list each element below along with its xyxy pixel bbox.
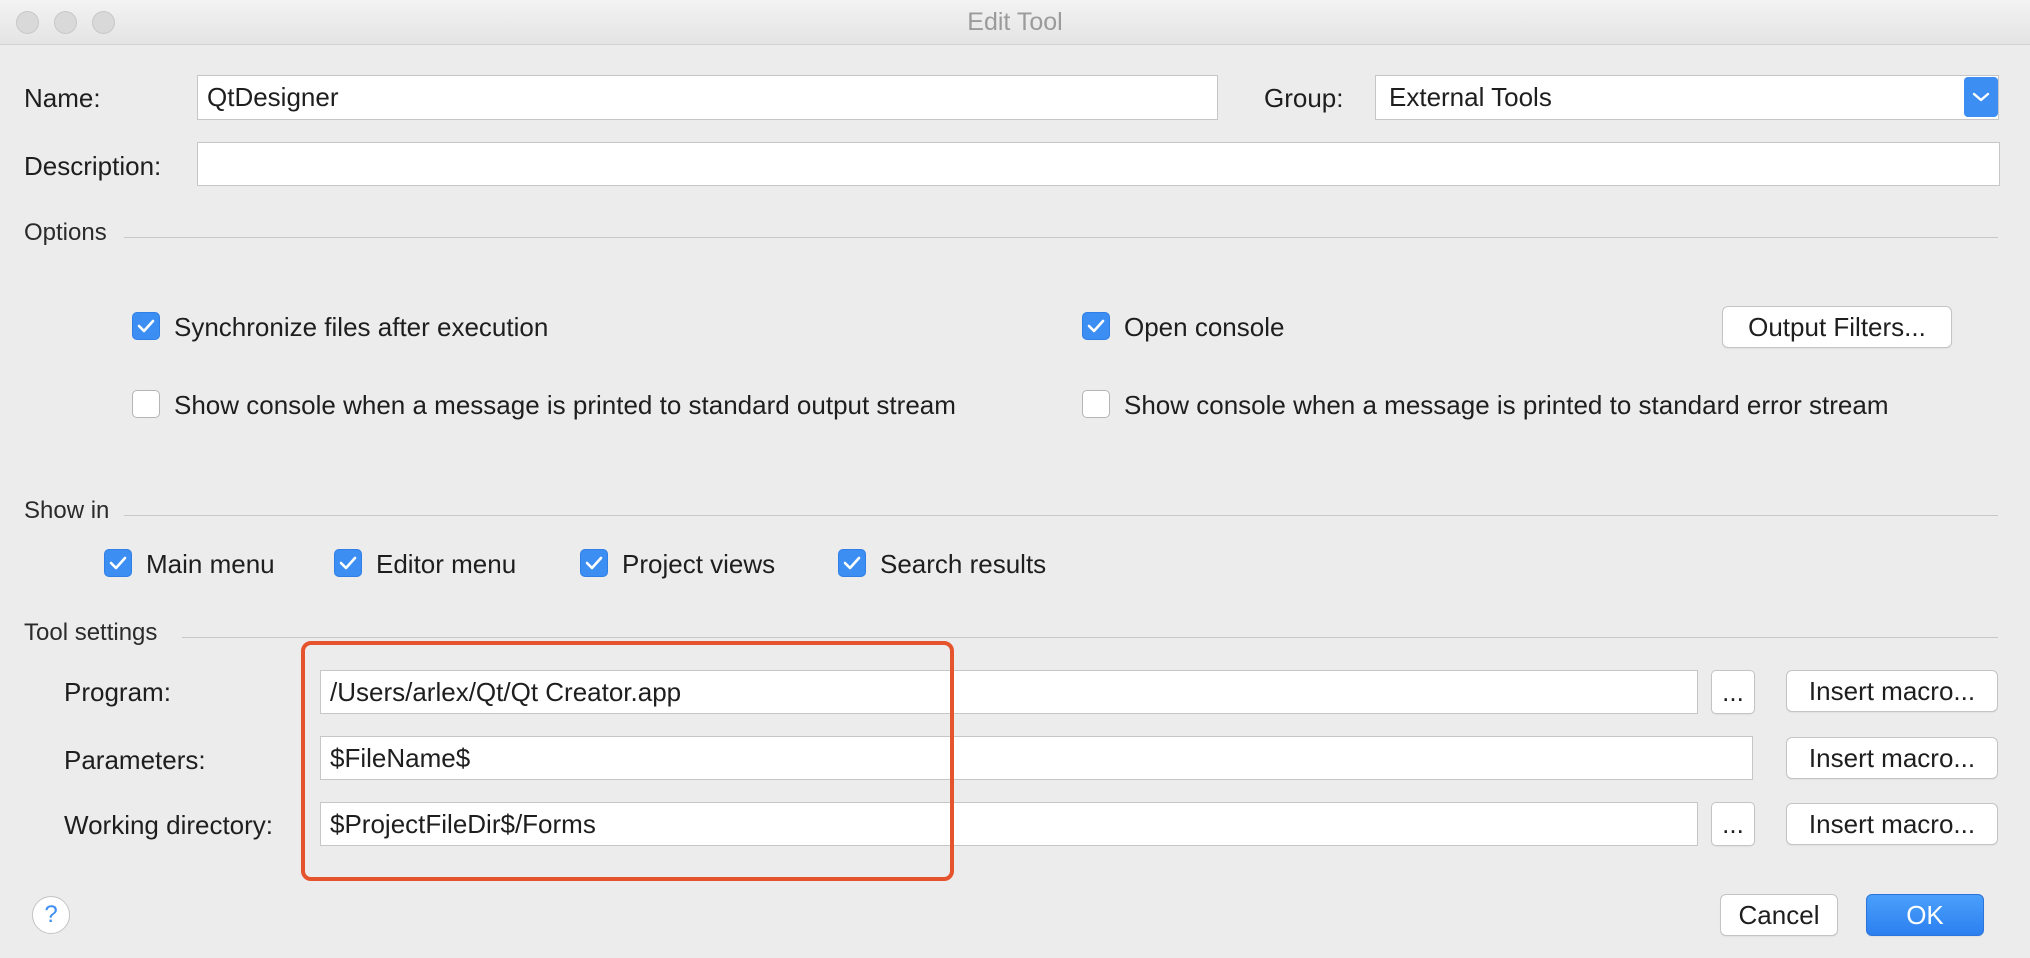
checkmark-icon <box>339 556 357 570</box>
editor-menu-checkbox[interactable] <box>334 549 362 577</box>
chevron-down-icon <box>1972 92 1990 102</box>
parameters-label: Parameters: <box>64 745 206 775</box>
tool-settings-section-title: Tool settings <box>24 619 158 646</box>
program-browse-button[interactable]: ... <box>1711 670 1755 714</box>
group-dropdown-button[interactable] <box>1964 77 1998 117</box>
checkmark-icon <box>109 556 127 570</box>
checkmark-icon <box>843 556 861 570</box>
main-menu-label: Main menu <box>146 549 275 579</box>
search-results-checkbox[interactable] <box>838 549 866 577</box>
program-insert-macro-button[interactable]: Insert macro... <box>1786 670 1998 712</box>
options-divider <box>124 237 1998 238</box>
cancel-button[interactable]: Cancel <box>1720 894 1838 936</box>
project-views-label: Project views <box>622 549 776 579</box>
name-input[interactable]: QtDesigner <box>197 75 1218 120</box>
editor-menu-label: Editor menu <box>376 549 517 579</box>
search-results-label: Search results <box>880 549 1047 579</box>
open-console-label: Open console <box>1124 312 1285 342</box>
checkmark-icon <box>1087 319 1105 333</box>
ok-button[interactable]: OK <box>1866 894 1984 936</box>
open-console-checkbox[interactable] <box>1082 312 1110 340</box>
highlight-annotation <box>301 641 954 881</box>
main-menu-checkbox[interactable] <box>104 549 132 577</box>
show-in-divider <box>124 515 1998 516</box>
checkmark-icon <box>585 556 603 570</box>
console-stdout-label: Show console when a message is printed t… <box>174 390 956 420</box>
group-select-value: External Tools <box>1389 82 1552 112</box>
project-views-checkbox[interactable] <box>580 549 608 577</box>
sync-files-label: Synchronize files after execution <box>174 312 549 342</box>
checkmark-icon <box>137 319 155 333</box>
working-directory-insert-macro-button[interactable]: Insert macro... <box>1786 803 1998 845</box>
program-label: Program: <box>64 677 171 707</box>
name-label: Name: <box>24 83 101 113</box>
show-in-section-title: Show in <box>24 497 110 524</box>
tool-settings-divider <box>182 637 1998 638</box>
name-input-value: QtDesigner <box>207 82 339 112</box>
working-directory-label: Working directory: <box>64 810 274 840</box>
group-select[interactable]: External Tools <box>1375 75 1999 120</box>
window-title: Edit Tool <box>967 8 1063 36</box>
description-label: Description: <box>24 151 162 181</box>
console-stderr-label: Show console when a message is printed t… <box>1124 390 1889 420</box>
help-button[interactable]: ? <box>32 896 70 934</box>
working-directory-browse-button[interactable]: ... <box>1711 802 1755 846</box>
options-section-title: Options <box>24 219 107 246</box>
output-filters-button[interactable]: Output Filters... <box>1722 306 1952 348</box>
parameters-insert-macro-button[interactable]: Insert macro... <box>1786 737 1998 779</box>
console-stdout-checkbox[interactable] <box>132 390 160 418</box>
console-stderr-checkbox[interactable] <box>1082 390 1110 418</box>
group-label: Group: <box>1264 83 1344 113</box>
sync-files-checkbox[interactable] <box>132 312 160 340</box>
description-input[interactable] <box>197 142 2000 186</box>
